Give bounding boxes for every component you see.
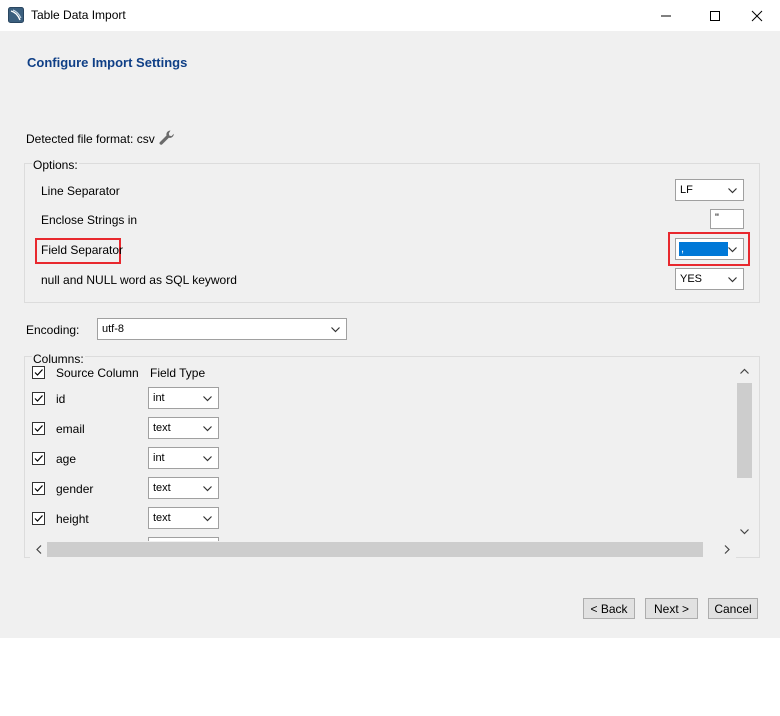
encoding-select[interactable]: utf-8 (97, 318, 347, 340)
field-type-value: int (153, 452, 165, 464)
source-column-name: height (56, 512, 89, 526)
columns-list[interactable]: Source Column Field Type id int email te… (26, 363, 736, 541)
table-row: height text (26, 507, 736, 537)
field-type-select[interactable]: int (148, 387, 219, 409)
table-row: email text (26, 417, 736, 447)
null-keyword-label: null and NULL word as SQL keyword (41, 273, 237, 287)
field-type-value: text (153, 422, 171, 434)
chevron-right-icon[interactable] (724, 545, 730, 554)
chevron-down-icon (728, 188, 737, 194)
horizontal-scrollbar[interactable] (30, 541, 736, 558)
check-icon (34, 425, 43, 432)
null-keyword-value: YES (680, 273, 703, 285)
field-type-header: Field Type (150, 366, 206, 380)
field-separator-select[interactable]: , (675, 238, 744, 260)
field-separator-label: Field Separator (41, 243, 124, 257)
chevron-down-icon[interactable] (740, 529, 749, 535)
window-title: Table Data Import (31, 8, 126, 22)
chevron-down-icon (203, 396, 212, 402)
chevron-down-icon (203, 426, 212, 432)
chevron-down-icon (728, 277, 737, 283)
source-column-name: gender (56, 482, 94, 496)
wrench-icon[interactable] (158, 129, 176, 147)
next-button[interactable]: Next > (645, 598, 698, 619)
chevron-down-icon (203, 516, 212, 522)
field-separator-value: , (679, 242, 728, 256)
import-dialog: Configure Import Settings Detected file … (0, 31, 780, 638)
field-type-value: text (153, 512, 171, 524)
check-icon (34, 485, 43, 492)
table-row: gender text (26, 477, 736, 507)
maximize-icon (710, 10, 720, 21)
chevron-down-icon (728, 247, 737, 253)
encoding-value: utf-8 (102, 323, 125, 335)
chevron-up-icon[interactable] (740, 368, 749, 374)
null-keyword-select[interactable]: YES (675, 268, 744, 290)
table-row: age int (26, 447, 736, 477)
source-column-name: id (56, 392, 66, 406)
row-checkbox[interactable] (32, 392, 45, 405)
line-separator-label: Line Separator (41, 184, 120, 198)
check-icon (34, 515, 43, 522)
select-all-checkbox[interactable] (32, 366, 45, 379)
enclose-strings-input[interactable]: " (710, 209, 744, 229)
check-icon (34, 395, 43, 402)
detected-format-label: Detected file format: csv (26, 132, 155, 146)
options-legend: Options: (32, 158, 79, 172)
field-type-select[interactable]: text (148, 477, 219, 499)
check-icon (34, 455, 43, 462)
row-checkbox[interactable] (32, 512, 45, 525)
row-checkbox[interactable] (32, 422, 45, 435)
chevron-left-icon[interactable] (36, 545, 42, 554)
minimize-button[interactable] (643, 0, 689, 31)
mysql-workbench-icon (8, 7, 24, 23)
enclose-strings-label: Enclose Strings in (41, 213, 138, 227)
check-icon (34, 369, 43, 376)
field-type-value: int (153, 392, 165, 404)
source-column-name: age (56, 452, 77, 466)
field-type-value: text (153, 482, 171, 494)
chevron-down-icon (203, 456, 212, 462)
field-type-select[interactable]: text (148, 417, 219, 439)
minimize-icon (661, 15, 671, 16)
line-separator-value: LF (680, 184, 693, 196)
source-column-header: Source Column (56, 366, 139, 380)
maximize-button[interactable] (692, 0, 738, 31)
chevron-down-icon (203, 486, 212, 492)
field-type-select[interactable]: text (148, 507, 219, 529)
vertical-scroll-thumb[interactable] (737, 383, 752, 478)
cancel-button[interactable]: Cancel (708, 598, 758, 619)
chevron-down-icon (331, 327, 340, 333)
encoding-label: Encoding: (26, 323, 80, 337)
back-button[interactable]: < Back (583, 598, 635, 619)
field-type-select[interactable]: int (148, 447, 219, 469)
enclose-strings-value: " (715, 212, 719, 224)
line-separator-select[interactable]: LF (675, 179, 744, 201)
table-row: id int (26, 387, 736, 417)
row-checkbox[interactable] (32, 452, 45, 465)
source-column-name: email (56, 422, 85, 436)
row-checkbox[interactable] (32, 482, 45, 495)
vertical-scrollbar[interactable] (736, 363, 753, 541)
close-button[interactable] (734, 0, 780, 31)
close-icon (751, 10, 763, 21)
title-bar: Table Data Import (0, 0, 780, 31)
page-heading: Configure Import Settings (27, 55, 188, 70)
horizontal-scroll-thumb[interactable] (47, 542, 703, 557)
